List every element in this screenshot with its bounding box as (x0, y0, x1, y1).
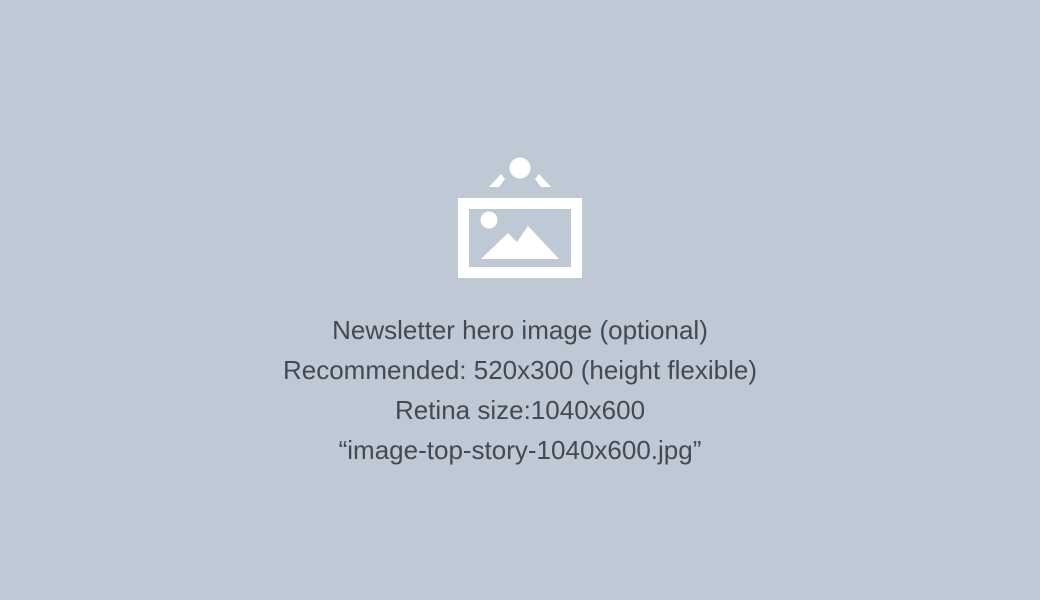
hero-image-placeholder: Newsletter hero image (optional) Recomme… (0, 0, 1040, 600)
hanging-picture-icon (458, 157, 582, 278)
recommended-size-text: Recommended: 520x300 (height flexible) (282, 355, 758, 385)
placeholder-title: Newsletter hero image (optional) (332, 315, 708, 345)
image-filename-text: “image-top-story-1040x600.jpg” (338, 435, 702, 465)
placeholder-caption: Newsletter hero image (optional) Recomme… (0, 310, 1040, 470)
retina-size-text: Retina size:1040x600 (394, 395, 646, 425)
